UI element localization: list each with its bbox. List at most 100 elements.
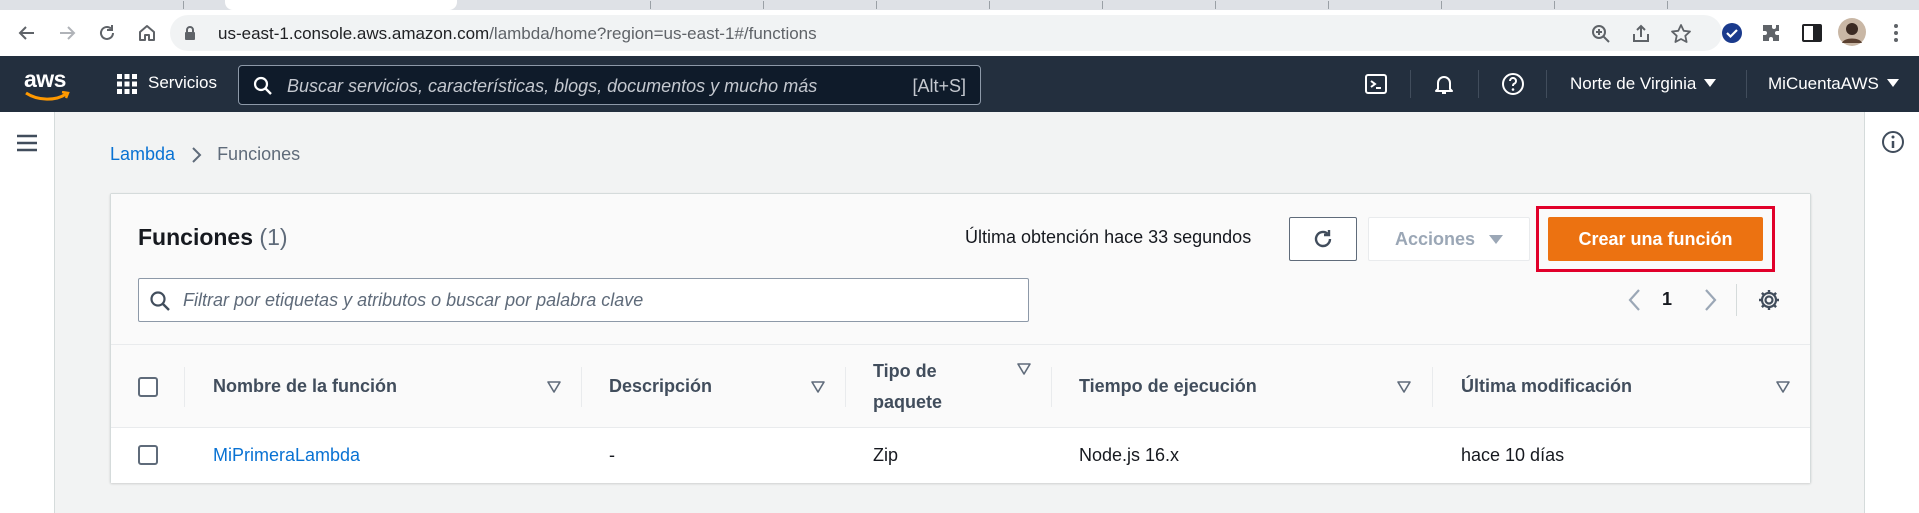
refresh-button[interactable]	[1289, 217, 1357, 261]
breadcrumb-lambda-link[interactable]: Lambda	[110, 144, 175, 165]
chevron-right-icon[interactable]	[1701, 286, 1719, 314]
aws-logo[interactable]: aws	[24, 66, 70, 101]
tab-separator	[989, 1, 990, 9]
breadcrumb-current: Funciones	[217, 144, 301, 164]
global-search-input[interactable]: Buscar servicios, características, blogs…	[238, 65, 981, 105]
tab-separator	[876, 1, 877, 9]
hamburger-menu-icon[interactable]	[16, 134, 38, 152]
tab-separator	[763, 1, 764, 9]
last-fetch-text: Última obtención hace 33 segundos	[965, 227, 1252, 247]
page-title: Funciones (1)	[138, 224, 288, 251]
column-header-last-modified[interactable]: Última modificación	[1461, 376, 1632, 397]
url-path: /lambda/home?region=us-east-1#/functions	[489, 24, 817, 43]
search-placeholder: Buscar servicios, características, blogs…	[287, 76, 818, 96]
column-divider	[184, 367, 185, 407]
nav-divider	[1746, 70, 1747, 98]
info-icon[interactable]	[1881, 130, 1905, 154]
column-divider	[581, 367, 582, 407]
column-divider	[1432, 367, 1433, 407]
package-type-line2: paquete	[873, 392, 943, 412]
page-number[interactable]: 1	[1662, 289, 1672, 310]
column-header-package-type[interactable]: Tipo de paquete	[873, 356, 942, 418]
functions-table-container: Funciones (1) Última obtención hace 33 s…	[110, 193, 1811, 483]
home-button[interactable]	[132, 18, 162, 48]
function-runtime: Node.js 16.x	[1079, 445, 1180, 465]
tab-separator	[650, 1, 651, 9]
select-all-checkbox[interactable]	[138, 377, 158, 397]
lock-icon	[185, 26, 195, 40]
actions-dropdown[interactable]: Acciones	[1368, 217, 1530, 261]
tools-panel-strip	[1864, 112, 1919, 513]
filter-input[interactable]: Filtrar por etiquetas y atributos o busc…	[138, 278, 1029, 322]
row-checkbox[interactable]	[138, 445, 158, 465]
tab-separator	[1441, 1, 1442, 9]
tab-separator	[1667, 1, 1668, 9]
table-row: MiPrimeraLambda - Zip Node.js 16.x hace …	[111, 428, 1810, 483]
back-button[interactable]	[12, 18, 42, 48]
nav-divider	[1478, 70, 1479, 98]
share-icon[interactable]	[1630, 23, 1652, 45]
tab-separator	[1328, 1, 1329, 9]
chevron-left-icon[interactable]	[1626, 286, 1644, 314]
search-icon	[150, 291, 170, 311]
function-last-modified: hace 10 días	[1461, 445, 1565, 465]
reload-icon	[100, 25, 114, 40]
services-menu[interactable]: Servicios	[148, 73, 217, 93]
kebab-menu-icon[interactable]	[1884, 21, 1908, 45]
sort-icon[interactable]	[547, 381, 561, 393]
sort-icon[interactable]	[1776, 381, 1790, 393]
account-menu[interactable]: MiCuentaAWS	[1768, 74, 1899, 94]
bell-icon[interactable]	[1432, 72, 1456, 96]
filter-placeholder: Filtrar por etiquetas y atributos o busc…	[183, 290, 644, 310]
side-navigation-toggle-strip	[0, 112, 55, 513]
sort-icon[interactable]	[811, 381, 825, 393]
column-divider	[1051, 367, 1052, 407]
tab-separator	[1102, 1, 1103, 9]
aws-smile-icon	[25, 91, 70, 101]
sort-icon[interactable]	[1017, 363, 1031, 375]
create-function-button[interactable]: Crear una función	[1548, 217, 1763, 261]
nav-divider	[1410, 70, 1411, 98]
package-type-line1: Tipo de	[873, 361, 937, 381]
browser-toolbar: us-east-1.console.aws.amazon.com/lambda/…	[0, 10, 1919, 56]
search-icon	[253, 76, 272, 95]
tab-separator	[1215, 1, 1216, 9]
nav-divider	[1546, 70, 1547, 98]
region-selector[interactable]: Norte de Virginia	[1570, 74, 1717, 94]
gear-icon[interactable]	[1757, 288, 1781, 312]
actions-label: Acciones	[1394, 228, 1476, 249]
forward-button[interactable]	[52, 18, 82, 48]
tab-separator	[183, 1, 184, 9]
region-label: Norte de Virginia	[1570, 74, 1697, 93]
refresh-icon	[1314, 230, 1332, 248]
address-bar[interactable]: us-east-1.console.aws.amazon.com/lambda/…	[170, 15, 1722, 51]
column-header-runtime[interactable]: Tiempo de ejecución	[1079, 376, 1257, 397]
url-text: us-east-1.console.aws.amazon.com/lambda/…	[218, 24, 817, 44]
function-name-link[interactable]: MiPrimeraLambda	[213, 445, 360, 466]
cloudshell-icon[interactable]	[1364, 72, 1388, 96]
active-tab[interactable]	[225, 0, 457, 10]
chevron-right-icon	[192, 146, 202, 163]
account-label: MiCuentaAWS	[1768, 74, 1879, 93]
extension-check-icon[interactable]	[1720, 21, 1744, 45]
caret-down-icon	[1886, 79, 1899, 87]
arrow-left-icon	[18, 26, 34, 40]
zoom-icon[interactable]	[1590, 23, 1612, 45]
puzzle-icon[interactable]	[1760, 21, 1784, 45]
caret-down-icon	[1489, 234, 1504, 244]
function-count: (1)	[259, 224, 288, 250]
sort-icon[interactable]	[1397, 381, 1411, 393]
aws-logo-text: aws	[24, 66, 66, 92]
function-description: -	[609, 445, 615, 465]
help-icon[interactable]	[1501, 72, 1525, 96]
tab-separator	[1554, 1, 1555, 9]
arrow-right-icon	[60, 26, 76, 40]
column-header-name[interactable]: Nombre de la función	[213, 376, 397, 397]
star-icon[interactable]	[1670, 23, 1692, 45]
column-divider	[845, 367, 846, 407]
reload-button[interactable]	[92, 18, 122, 48]
column-header-description[interactable]: Descripción	[609, 376, 712, 397]
side-panel-icon[interactable]	[1800, 21, 1824, 45]
profile-avatar[interactable]	[1838, 18, 1866, 46]
services-grid-icon[interactable]	[116, 73, 138, 95]
